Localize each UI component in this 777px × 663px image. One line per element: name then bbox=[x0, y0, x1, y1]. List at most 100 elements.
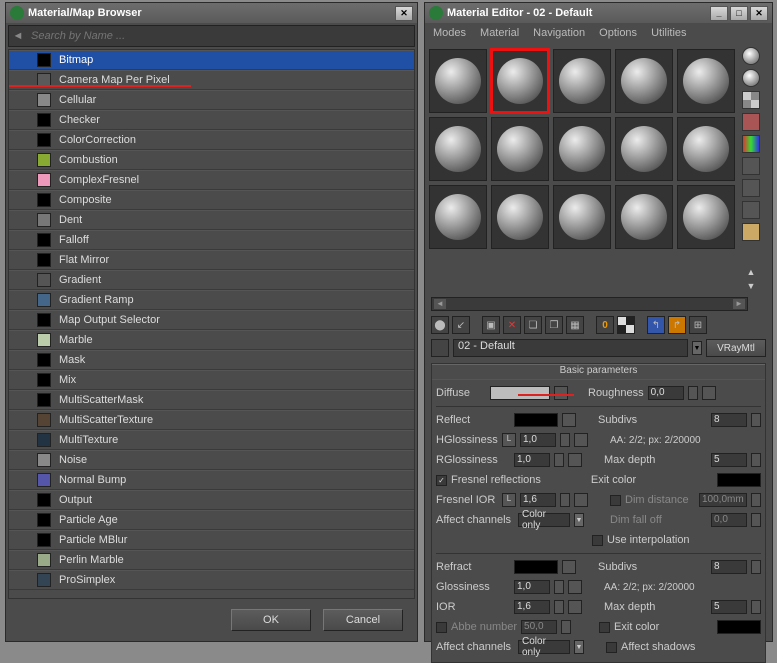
map-item-cellular[interactable]: Cellular bbox=[9, 90, 414, 110]
combo-arrow-icon[interactable]: ▼ bbox=[574, 513, 584, 527]
map-item-noise[interactable]: Noise bbox=[9, 450, 414, 470]
map-item-flat-mirror[interactable]: Flat Mirror bbox=[9, 250, 414, 270]
fresnel-checkbox[interactable] bbox=[436, 475, 447, 486]
map-item-checker[interactable]: Checker bbox=[9, 110, 414, 130]
spinner-arrows[interactable] bbox=[554, 453, 564, 467]
close-button[interactable]: ✕ bbox=[750, 6, 768, 21]
material-name-field[interactable]: 02 - Default bbox=[453, 339, 688, 357]
slot-scrollbar[interactable]: ◄ ► bbox=[431, 297, 748, 311]
menu-modes[interactable]: Modes bbox=[433, 27, 466, 39]
dropper-icon[interactable] bbox=[431, 339, 449, 357]
map-item-multiscattertexture[interactable]: MultiScatterTexture bbox=[9, 410, 414, 430]
refr-subdivs-spinner[interactable]: 8 bbox=[711, 560, 747, 574]
exitcolor-swatch[interactable] bbox=[717, 473, 761, 487]
spinner-arrows[interactable] bbox=[560, 433, 570, 447]
sample-slot-0[interactable] bbox=[429, 49, 487, 113]
sample-slot-9[interactable] bbox=[677, 117, 735, 181]
exitcolor2-checkbox[interactable] bbox=[599, 622, 610, 633]
sample-slot-7[interactable] bbox=[553, 117, 611, 181]
reflect-swatch[interactable] bbox=[514, 413, 558, 427]
affectshadows-checkbox[interactable] bbox=[606, 642, 617, 653]
mtl-id-icon[interactable] bbox=[742, 223, 760, 241]
spinner-arrows[interactable] bbox=[751, 560, 761, 574]
fresnelior-spinner[interactable]: 1,6 bbox=[520, 493, 556, 507]
spinner-arrows[interactable] bbox=[751, 413, 761, 427]
map-item-colorcorrection[interactable]: ColorCorrection bbox=[9, 130, 414, 150]
map-item-gradient-ramp[interactable]: Gradient Ramp bbox=[9, 290, 414, 310]
video-color-icon[interactable] bbox=[742, 135, 760, 153]
spinner-arrows[interactable] bbox=[751, 600, 761, 614]
ior-spinner[interactable]: 1,6 bbox=[514, 600, 550, 614]
show-map-icon[interactable] bbox=[617, 316, 635, 334]
map-item-dent[interactable]: Dent bbox=[9, 210, 414, 230]
preview-icon[interactable] bbox=[742, 157, 760, 175]
browser-titlebar[interactable]: Material/Map Browser ✕ bbox=[6, 3, 417, 23]
diffuse-swatch[interactable] bbox=[490, 386, 550, 400]
name-dropdown-icon[interactable]: ▼ bbox=[692, 341, 702, 355]
rollout-header[interactable]: Basic parameters bbox=[432, 364, 765, 380]
make-unique-icon[interactable]: ❐ bbox=[545, 316, 563, 334]
map-item-composite[interactable]: Composite bbox=[9, 190, 414, 210]
affectch2-combo[interactable]: Color only bbox=[518, 640, 570, 654]
roughness-spinner[interactable]: 0,0 bbox=[648, 386, 684, 400]
map-item-prosimplex[interactable]: ProSimplex bbox=[9, 570, 414, 590]
refract-swatch[interactable] bbox=[514, 560, 558, 574]
spinner-arrows[interactable] bbox=[751, 453, 761, 467]
glossiness-spinner[interactable]: 1,0 bbox=[514, 580, 550, 594]
sample-uv-icon[interactable] bbox=[742, 113, 760, 131]
map-item-particle-age[interactable]: Particle Age bbox=[9, 510, 414, 530]
map-item-camera-map-per-pixel[interactable]: Camera Map Per Pixel bbox=[9, 70, 414, 90]
sample-type-icon[interactable] bbox=[742, 47, 760, 65]
sample-slot-10[interactable] bbox=[429, 185, 487, 249]
get-material-icon[interactable]: ⬤ bbox=[431, 316, 449, 334]
material-type-button[interactable]: VRayMtl bbox=[706, 339, 766, 357]
exitcolor2-swatch[interactable] bbox=[717, 620, 761, 634]
glossiness-map-button[interactable] bbox=[568, 580, 582, 594]
map-item-marble[interactable]: Marble bbox=[9, 330, 414, 350]
map-item-perlin-marble[interactable]: Perlin Marble bbox=[9, 550, 414, 570]
lock-icon[interactable]: L bbox=[502, 493, 516, 507]
sample-slot-13[interactable] bbox=[615, 185, 673, 249]
map-item-multitexture[interactable]: MultiTexture bbox=[9, 430, 414, 450]
put-to-scene-icon[interactable]: ↙ bbox=[452, 316, 470, 334]
background-icon[interactable] bbox=[742, 91, 760, 109]
sample-slot-8[interactable] bbox=[615, 117, 673, 181]
sample-slot-1[interactable] bbox=[491, 49, 549, 113]
sample-slot-4[interactable] bbox=[677, 49, 735, 113]
menu-options[interactable]: Options bbox=[599, 27, 637, 39]
reflect-map-button[interactable] bbox=[562, 413, 576, 427]
scroll-left-icon[interactable]: ◄ bbox=[434, 299, 446, 309]
map-item-complexfresnel[interactable]: ComplexFresnel bbox=[9, 170, 414, 190]
menu-utilities[interactable]: Utilities bbox=[651, 27, 686, 39]
search-input[interactable] bbox=[27, 30, 414, 42]
map-item-combustion[interactable]: Combustion bbox=[9, 150, 414, 170]
map-list[interactable]: BitmapCamera Map Per PixelCellularChecke… bbox=[8, 49, 415, 599]
hgloss-spinner[interactable]: 1,0 bbox=[520, 433, 556, 447]
sample-slot-3[interactable] bbox=[615, 49, 673, 113]
cancel-button[interactable]: Cancel bbox=[323, 609, 403, 631]
sample-slot-11[interactable] bbox=[491, 185, 549, 249]
menu-material[interactable]: Material bbox=[480, 27, 519, 39]
close-button[interactable]: ✕ bbox=[395, 6, 413, 21]
sample-slot-12[interactable] bbox=[553, 185, 611, 249]
map-item-multiscattermask[interactable]: MultiScatterMask bbox=[9, 390, 414, 410]
maximize-button[interactable]: □ bbox=[730, 6, 748, 21]
rgloss-map-button[interactable] bbox=[568, 453, 582, 467]
ior-map-button[interactable] bbox=[568, 600, 582, 614]
options-icon[interactable] bbox=[742, 179, 760, 197]
select-by-mat-icon[interactable] bbox=[742, 201, 760, 219]
fresnelior-map-button[interactable] bbox=[574, 493, 588, 507]
sample-slot-2[interactable] bbox=[553, 49, 611, 113]
mtl-id-channel-icon[interactable]: 0 bbox=[596, 316, 614, 334]
refract-map-button[interactable] bbox=[562, 560, 576, 574]
slate-icon[interactable]: ⊞ bbox=[689, 316, 707, 334]
dimdist-checkbox[interactable] bbox=[610, 495, 621, 506]
abbe-checkbox[interactable] bbox=[436, 622, 447, 633]
interp-checkbox[interactable] bbox=[592, 535, 603, 546]
affectch-combo[interactable]: Color only bbox=[518, 513, 570, 527]
go-forward-icon[interactable]: ↱ bbox=[668, 316, 686, 334]
sample-slot-14[interactable] bbox=[677, 185, 735, 249]
back-icon[interactable]: ◄ bbox=[9, 30, 27, 42]
assign-to-sel-icon[interactable]: ▣ bbox=[482, 316, 500, 334]
map-item-gradient[interactable]: Gradient bbox=[9, 270, 414, 290]
